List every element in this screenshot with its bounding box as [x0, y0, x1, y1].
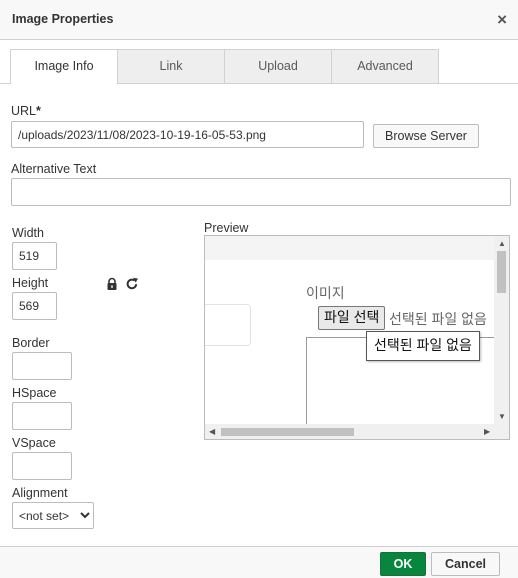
- tab-upload[interactable]: Upload: [224, 49, 332, 83]
- alt-text-input[interactable]: [11, 178, 511, 206]
- scrollbar-corner: [494, 424, 509, 439]
- dialog-title: Image Properties: [12, 12, 114, 26]
- close-icon[interactable]: ×: [497, 11, 507, 28]
- tab-advanced[interactable]: Advanced: [331, 49, 439, 83]
- preview-card: [205, 304, 251, 346]
- preview-horizontal-scroll-thumb[interactable]: [221, 428, 354, 436]
- scroll-down-arrow-icon[interactable]: ▼: [498, 413, 506, 421]
- width-label: Width: [12, 226, 44, 240]
- reset-size-icon[interactable]: [125, 277, 139, 291]
- dialog-titlebar: Image Properties ×: [0, 0, 518, 40]
- height-label: Height: [12, 276, 49, 290]
- border-label: Border: [12, 336, 50, 350]
- border-input[interactable]: [12, 352, 72, 380]
- vspace-input[interactable]: [12, 452, 72, 480]
- tab-link[interactable]: Link: [117, 49, 225, 83]
- dialog-footer: OK Cancel: [0, 546, 518, 578]
- required-mark: *: [36, 104, 41, 118]
- preview-header-band: [205, 236, 495, 260]
- url-input[interactable]: /uploads/2023/11/08/2023-10-19-16-05-53.…: [11, 121, 364, 148]
- preview-vertical-scroll-thumb[interactable]: [497, 251, 506, 293]
- preview-pane: 이미지 파일 선택 선택된 파일 없음 선택된 파일 없음 ▲ ▼ ◀ ▶: [204, 235, 510, 440]
- preview-content: 이미지 파일 선택 선택된 파일 없음 선택된 파일 없음: [205, 236, 495, 425]
- hspace-label: HSpace: [12, 386, 57, 400]
- alignment-select[interactable]: <not set>: [12, 502, 94, 529]
- cancel-button[interactable]: Cancel: [431, 552, 500, 576]
- url-label: URL*: [11, 104, 41, 118]
- preview-tooltip: 선택된 파일 없음: [366, 331, 480, 361]
- alt-text-label: Alternative Text: [11, 162, 97, 176]
- hspace-input[interactable]: [12, 402, 72, 430]
- image-properties-dialog: Image Properties × Image Info Link Uploa…: [0, 0, 518, 578]
- preview-horizontal-scrollbar[interactable]: ◀ ▶: [205, 424, 495, 439]
- tab-image-info[interactable]: Image Info: [10, 49, 118, 84]
- preview-heading: 이미지: [306, 285, 345, 301]
- scroll-right-arrow-icon[interactable]: ▶: [484, 428, 490, 436]
- browse-server-button[interactable]: Browse Server: [373, 124, 479, 148]
- vspace-label: VSpace: [12, 436, 56, 450]
- preview-file-button: 파일 선택: [318, 306, 386, 330]
- url-label-text: URL: [11, 104, 37, 118]
- lock-icon[interactable]: [105, 277, 119, 291]
- ok-button[interactable]: OK: [380, 552, 426, 576]
- tab-bar: Image Info Link Upload Advanced: [0, 40, 518, 84]
- width-input[interactable]: 519: [12, 242, 57, 270]
- alignment-label: Alignment: [12, 486, 68, 500]
- scroll-left-arrow-icon[interactable]: ◀: [209, 428, 215, 436]
- preview-no-file-text: 선택된 파일 없음: [389, 311, 487, 327]
- preview-vertical-scrollbar[interactable]: ▲ ▼: [494, 236, 509, 425]
- scroll-up-arrow-icon[interactable]: ▲: [498, 240, 506, 248]
- height-input[interactable]: 569: [12, 292, 57, 320]
- preview-label: Preview: [204, 221, 249, 235]
